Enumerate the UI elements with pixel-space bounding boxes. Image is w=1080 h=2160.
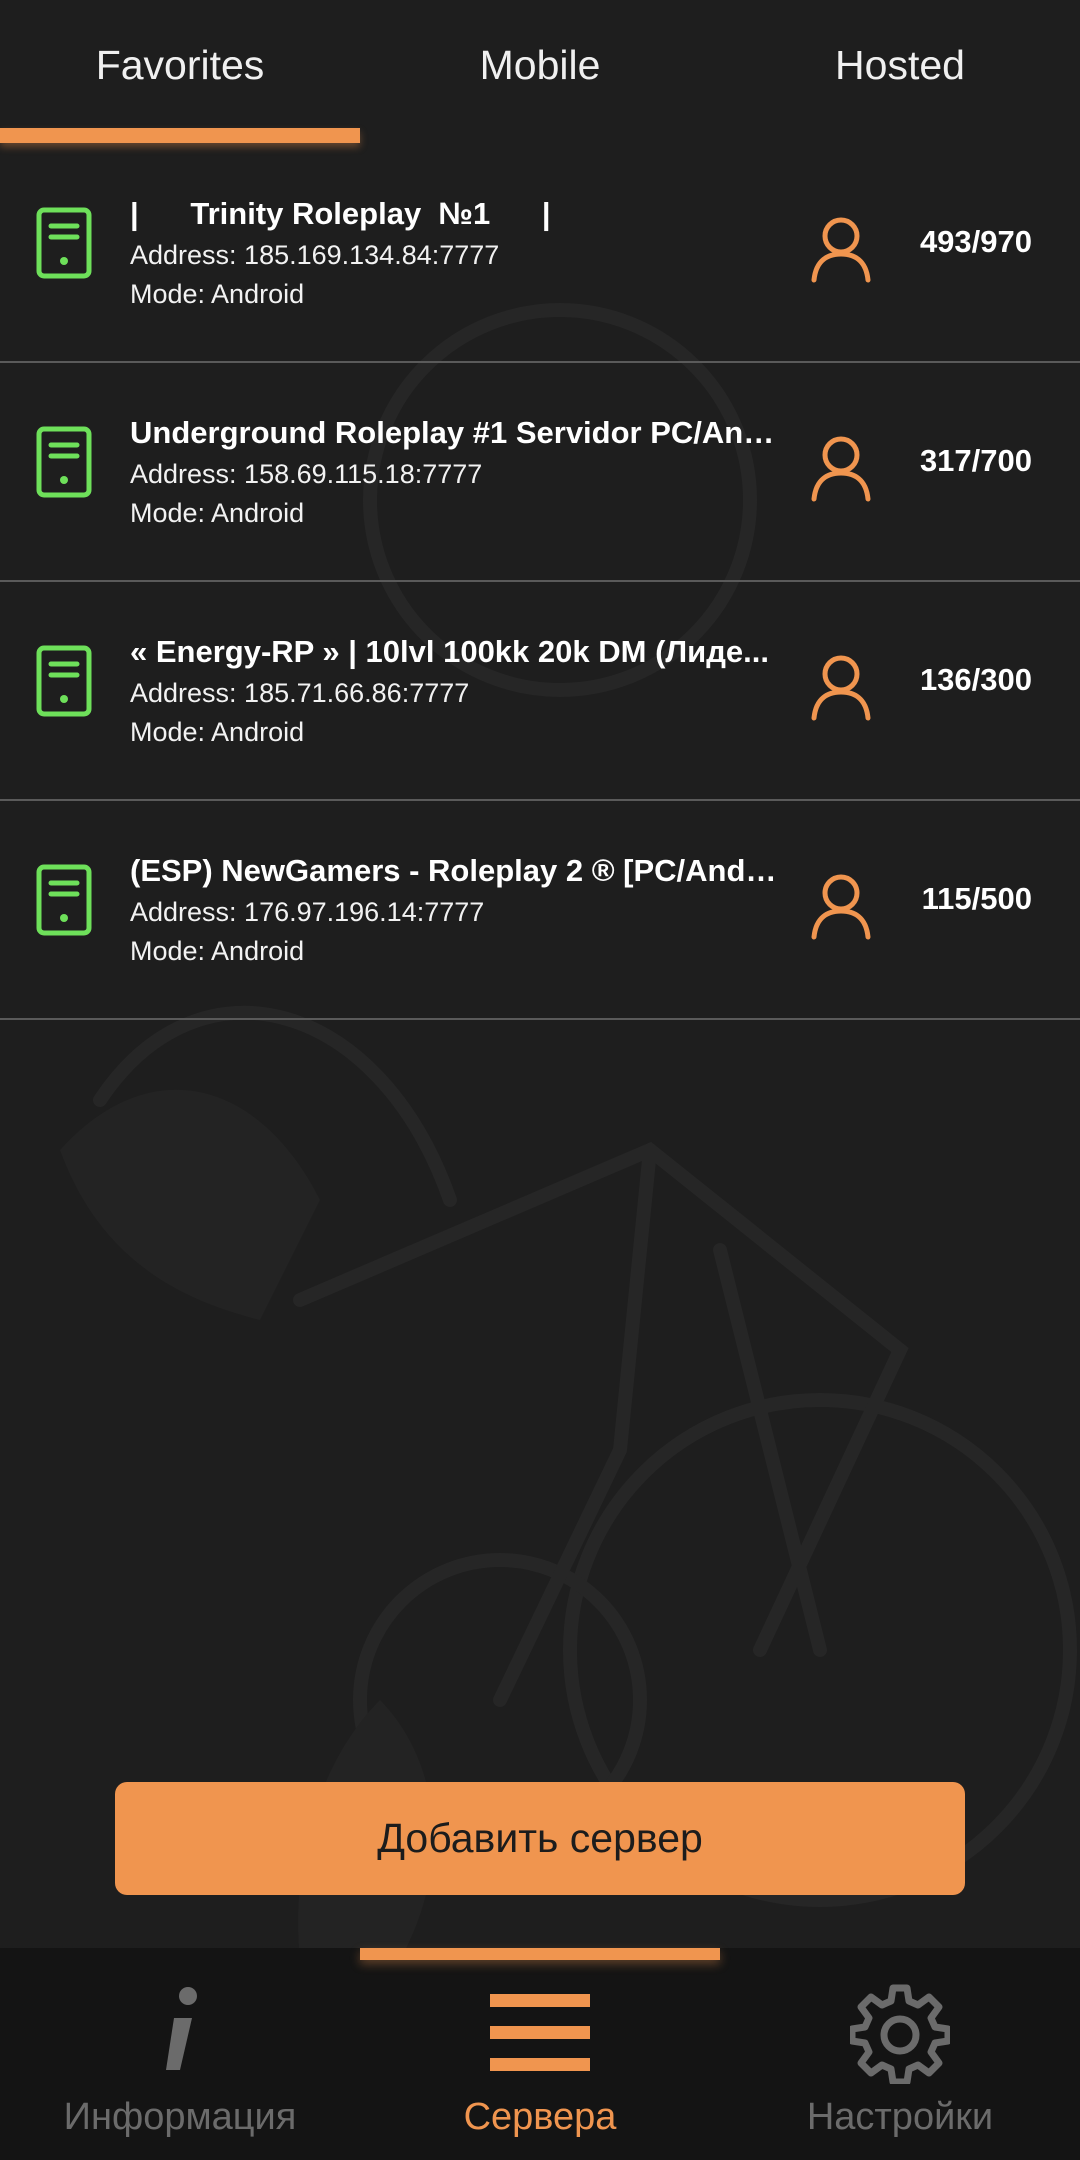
user-icon <box>811 874 871 940</box>
server-row[interactable]: (ESP) NewGamers - Roleplay 2 ® [PC/Andr.… <box>0 801 1080 1020</box>
player-count: 317/700 <box>919 443 1032 478</box>
server-mode: Mode: Android <box>130 936 305 966</box>
user-icon <box>811 655 871 721</box>
menu-icon <box>490 1994 590 2071</box>
server-row[interactable]: Underground Roleplay #1 Servidor PC/Andr… <box>0 363 1080 582</box>
gear-icon <box>850 1984 950 2084</box>
server-mode: Mode: Android <box>130 279 305 309</box>
add-server-button[interactable]: Добавить сервер <box>115 1782 965 1895</box>
nav-label: Информация <box>63 2096 297 2138</box>
server-mode: Mode: Android <box>130 717 305 747</box>
server-row[interactable]: « Energy-RP » | 10lvl 100kk 20k DM (Лиде… <box>0 582 1080 801</box>
user-icon <box>811 436 871 502</box>
server-address: Address: 176.97.196.14:7777 <box>130 897 485 927</box>
nav-item-settings[interactable]: Настройки <box>720 1948 1080 2160</box>
server-name: « Energy-RP » | 10lvl 100kk 20k DM (Лиде… <box>130 634 769 669</box>
server-icon <box>36 207 92 279</box>
server-icon <box>36 645 92 717</box>
player-count: 136/300 <box>919 662 1032 697</box>
tab-mobile[interactable]: Mobile <box>360 0 720 144</box>
player-count: 115/500 <box>921 881 1032 916</box>
server-address: Address: 185.169.134.84:7777 <box>130 240 500 270</box>
server-icon <box>36 426 92 498</box>
server-address: Address: 158.69.115.18:7777 <box>130 459 483 489</box>
server-row[interactable]: | Trinity Roleplay №1 | Address: 185.169… <box>0 144 1080 363</box>
tab-bar: Favorites Mobile Hosted <box>0 0 1080 144</box>
user-icon <box>811 217 871 283</box>
nav-label: Настройки <box>806 2096 994 2138</box>
server-icon <box>36 864 92 936</box>
tab-hosted[interactable]: Hosted <box>720 0 1080 144</box>
player-count: 493/970 <box>919 224 1032 259</box>
server-mode: Mode: Android <box>130 498 305 528</box>
server-address: Address: 185.71.66.86:7777 <box>130 678 470 708</box>
info-icon <box>166 1987 197 2070</box>
nav-label: Сервера <box>463 2096 617 2138</box>
server-list: | Trinity Roleplay №1 | Address: 185.169… <box>0 144 1080 1020</box>
tab-favorites[interactable]: Favorites <box>0 0 360 144</box>
server-name: (ESP) NewGamers - Roleplay 2 ® [PC/Andr.… <box>130 853 780 888</box>
server-name: Underground Roleplay #1 Servidor PC/Andr… <box>130 415 780 450</box>
nav-item-servers[interactable]: Сервера <box>360 1948 720 2160</box>
nav-item-information[interactable]: Информация <box>0 1948 360 2160</box>
server-name: | Trinity Roleplay №1 | <box>130 196 551 231</box>
active-tab-indicator <box>0 128 360 143</box>
bottom-nav: Информация Сервера Настройки <box>0 1948 1080 2160</box>
